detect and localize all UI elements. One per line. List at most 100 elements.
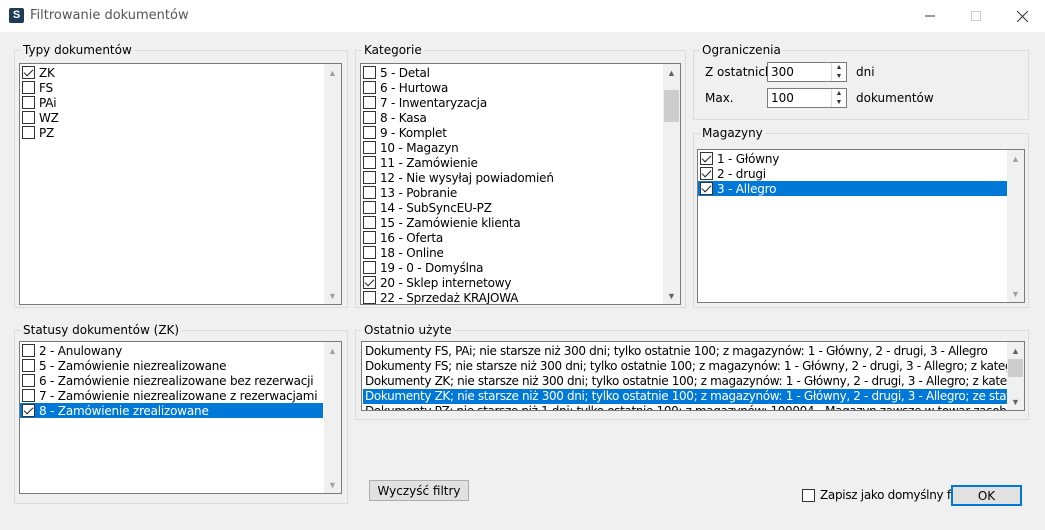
checkbox-icon[interactable] <box>22 96 35 109</box>
category-item[interactable]: 14 - SubSyncEU-PZ <box>361 200 661 215</box>
checkbox-icon[interactable] <box>700 167 713 180</box>
spin-up-icon[interactable]: ▲ <box>832 89 846 98</box>
checkbox-icon[interactable] <box>363 156 376 169</box>
categories-list[interactable]: ▲ ▼ 5 - Detal 6 - Hurtowa 7 - Inwentaryzac… <box>360 63 681 305</box>
checkbox-icon[interactable] <box>363 186 376 199</box>
checkbox-icon[interactable] <box>363 276 376 289</box>
statuses-scrollbar[interactable]: ▲ ▼ <box>324 342 341 493</box>
scroll-thumb[interactable] <box>664 90 679 122</box>
checkbox-icon[interactable] <box>363 291 376 304</box>
recent-item[interactable]: Dokumenty ZK; nie starsze niż 300 dni; t… <box>363 374 1007 389</box>
checkbox-icon[interactable] <box>363 216 376 229</box>
warehouse-item[interactable]: 2 - drugi <box>698 166 1007 181</box>
recent-scrollbar[interactable]: ▲ ▼ <box>1007 342 1024 410</box>
category-item[interactable]: 8 - Kasa <box>361 110 661 125</box>
category-item[interactable]: 10 - Magazyn <box>361 140 661 155</box>
category-item[interactable]: 7 - Inwentaryzacja <box>361 95 661 110</box>
category-item[interactable]: 20 - Sklep internetowy <box>361 275 661 290</box>
warehouses-scrollbar[interactable]: ▲ ▼ <box>1007 150 1024 302</box>
checkbox-icon[interactable] <box>700 152 713 165</box>
recent-item[interactable]: Dokumenty FS, PAi; nie starsze niż 300 d… <box>363 344 1007 359</box>
minimize-button[interactable] <box>907 0 953 32</box>
doc-type-item[interactable]: WZ <box>20 110 320 125</box>
scroll-up-icon[interactable]: ▲ <box>324 64 341 81</box>
close-button[interactable] <box>999 0 1045 32</box>
checkbox-icon[interactable] <box>363 231 376 244</box>
doc-types-scrollbar[interactable]: ▲ ▼ <box>324 64 341 304</box>
spin-up-icon[interactable]: ▲ <box>832 63 846 72</box>
checkbox-icon[interactable] <box>363 96 376 109</box>
category-item[interactable]: 18 - Online <box>361 245 661 260</box>
warehouse-item[interactable]: 1 - Główny <box>698 151 1007 166</box>
doc-type-item[interactable]: FS <box>20 80 320 95</box>
doc-type-item[interactable]: PZ <box>20 125 320 140</box>
scroll-up-icon[interactable]: ▲ <box>1007 342 1024 359</box>
category-item[interactable]: 5 - Detal <box>361 65 661 80</box>
category-item[interactable]: 19 - 0 - Domyślna <box>361 260 661 275</box>
scroll-down-icon[interactable]: ▼ <box>324 287 341 304</box>
recent-item[interactable]: Dokumenty PZ; nie starsze niż 1 dni; tyl… <box>363 404 1007 410</box>
status-item[interactable]: 8 - Zamówienie zrealizowane <box>20 403 323 418</box>
checkbox-icon[interactable] <box>22 81 35 94</box>
save-default-checkbox[interactable]: Zapisz jako domyślny filtr <box>802 488 966 502</box>
checkbox-icon[interactable] <box>363 261 376 274</box>
checkbox-icon[interactable] <box>363 201 376 214</box>
checkbox-icon[interactable] <box>700 182 713 195</box>
spin-down-icon[interactable]: ▼ <box>832 98 846 107</box>
checkbox-icon[interactable] <box>22 389 35 402</box>
scroll-down-icon[interactable]: ▼ <box>1007 285 1024 302</box>
checkbox-icon[interactable] <box>363 246 376 259</box>
doc-type-item[interactable]: PAi <box>20 95 320 110</box>
doc-types-list[interactable]: ▲ ▼ ZK FS PAi WZ PZ <box>19 63 342 305</box>
scroll-up-icon[interactable]: ▲ <box>324 342 341 359</box>
category-item[interactable]: 13 - Pobranie <box>361 185 661 200</box>
warehouses-list[interactable]: ▲ ▼ 1 - Główny 2 - drugi 3 - Allegro <box>697 149 1025 303</box>
category-item[interactable]: 22 - Sprzedaż KRAJOWA <box>361 290 661 304</box>
category-item[interactable]: 9 - Komplet <box>361 125 661 140</box>
categories-scrollbar[interactable]: ▲ ▼ <box>663 64 680 304</box>
ok-button[interactable]: OK <box>951 485 1022 506</box>
category-item[interactable]: 15 - Zamówienie klienta <box>361 215 661 230</box>
checkbox-icon[interactable] <box>363 126 376 139</box>
category-item-label: 12 - Nie wysyłaj powiadomień <box>380 170 554 185</box>
scroll-down-icon[interactable]: ▼ <box>1007 393 1024 410</box>
checkbox-icon[interactable] <box>363 66 376 79</box>
scroll-up-icon[interactable]: ▲ <box>1007 150 1024 167</box>
scroll-thumb[interactable] <box>1008 359 1023 377</box>
checkbox-icon[interactable] <box>22 374 35 387</box>
clear-filters-button[interactable]: Wyczyść filtry <box>369 480 469 501</box>
recent-item[interactable]: Dokumenty ZK; nie starsze niż 300 dni; t… <box>363 389 1007 404</box>
status-item[interactable]: 7 - Zamówienie niezrealizowane z rezerwa… <box>20 388 323 403</box>
max-input[interactable] <box>768 89 828 107</box>
checkbox-icon[interactable] <box>22 126 35 139</box>
status-item[interactable]: 5 - Zamówienie niezrealizowane <box>20 358 323 373</box>
scroll-down-icon[interactable]: ▼ <box>663 287 680 304</box>
checkbox-icon[interactable] <box>22 359 35 372</box>
scroll-up-icon[interactable]: ▲ <box>663 64 680 81</box>
checkbox-icon[interactable] <box>22 66 35 79</box>
checkbox-icon[interactable] <box>363 171 376 184</box>
category-item[interactable]: 11 - Zamówienie <box>361 155 661 170</box>
status-item[interactable]: 2 - Anulowany <box>20 343 323 358</box>
days-stepper[interactable]: ▲ ▼ <box>767 62 847 82</box>
checkbox-icon[interactable] <box>22 404 35 417</box>
scroll-down-icon[interactable]: ▼ <box>324 476 341 493</box>
warehouse-item[interactable]: 3 - Allegro <box>698 181 1007 196</box>
category-item[interactable]: 6 - Hurtowa <box>361 80 661 95</box>
checkbox-icon[interactable] <box>802 488 815 502</box>
status-item[interactable]: 6 - Zamówienie niezrealizowane bez rezer… <box>20 373 323 388</box>
doc-type-item[interactable]: ZK <box>20 65 320 80</box>
checkbox-icon[interactable] <box>22 111 35 124</box>
checkbox-icon[interactable] <box>363 141 376 154</box>
days-input[interactable] <box>768 63 828 81</box>
recent-list[interactable]: ▲ ▼ Dokumenty FS, PAi; nie starsze niż 3… <box>361 341 1025 411</box>
checkbox-icon[interactable] <box>363 81 376 94</box>
category-item[interactable]: 16 - Oferta <box>361 230 661 245</box>
checkbox-icon[interactable] <box>22 344 35 357</box>
spin-down-icon[interactable]: ▼ <box>832 72 846 81</box>
max-stepper[interactable]: ▲ ▼ <box>767 88 847 108</box>
category-item[interactable]: 12 - Nie wysyłaj powiadomień <box>361 170 661 185</box>
statuses-list[interactable]: ▲ ▼ 2 - Anulowany 5 - Zamówienie niezreal… <box>19 341 342 494</box>
checkbox-icon[interactable] <box>363 111 376 124</box>
recent-item[interactable]: Dokumenty FS; nie starsze niż 300 dni; t… <box>363 359 1007 374</box>
